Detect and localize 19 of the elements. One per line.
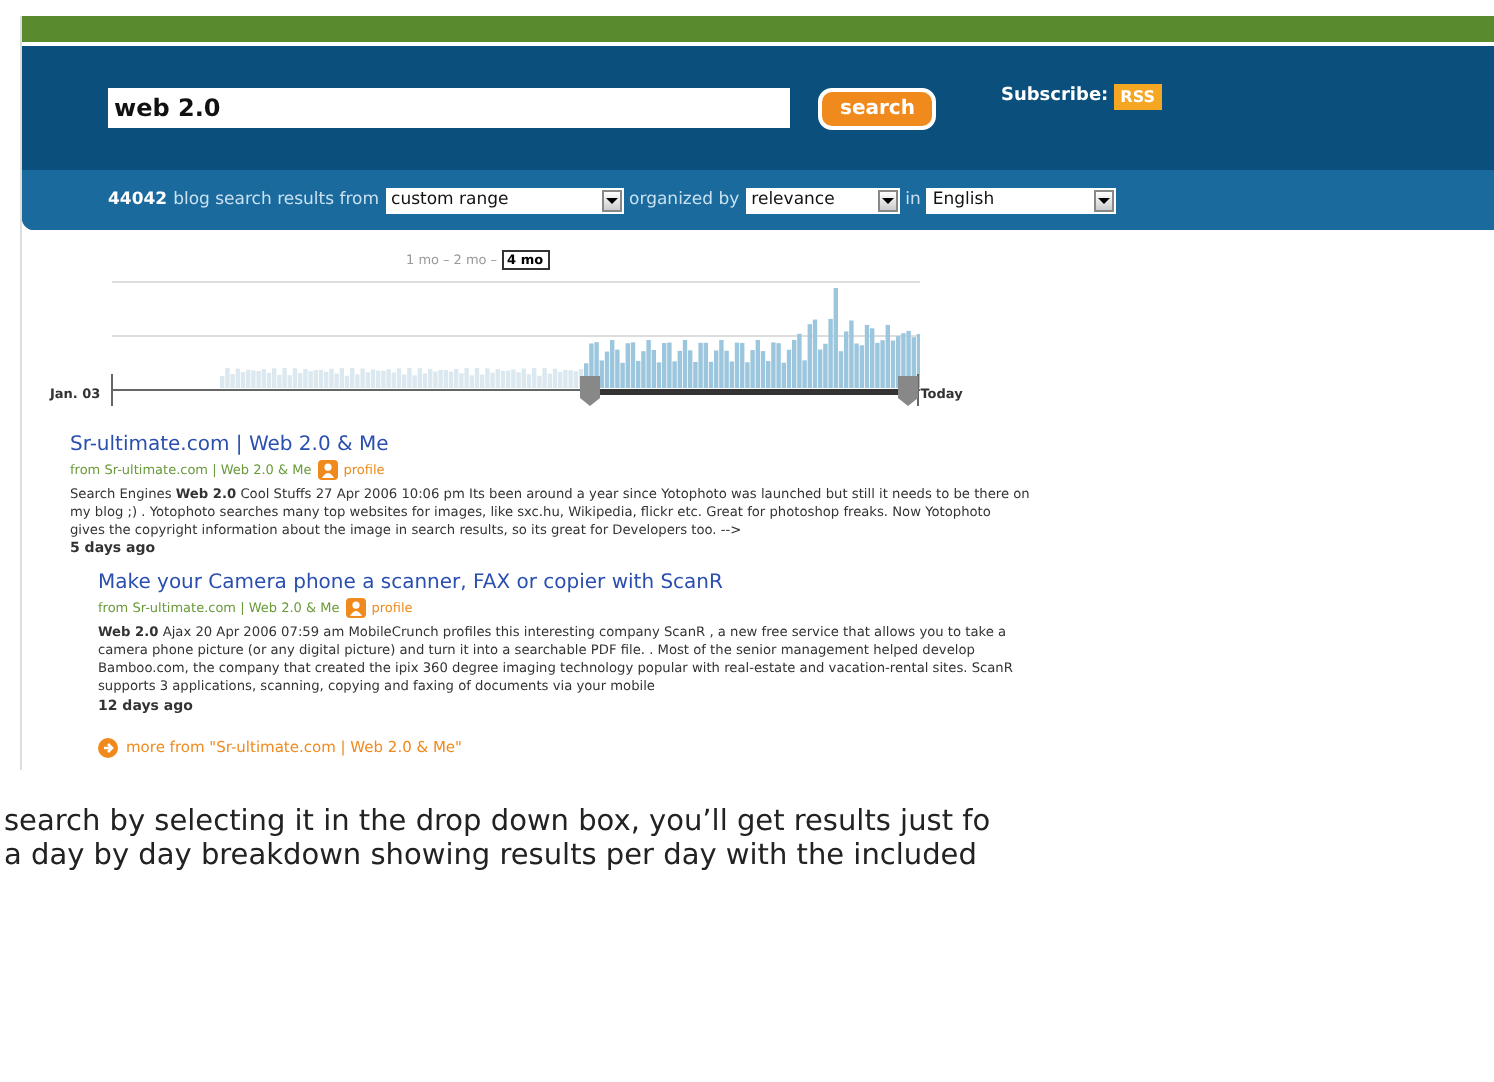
range-handle[interactable]	[898, 376, 919, 406]
range-dropdown[interactable]: custom range	[385, 187, 624, 213]
result-title-link[interactable]: Make your Camera phone a scanner, FAX or copier with ScanR	[98, 572, 1494, 595]
person-icon	[345, 598, 366, 619]
subscribe-label: Subscribe:	[1000, 86, 1109, 106]
filter-text: blog search results from	[173, 190, 380, 210]
result-count: 44042	[108, 190, 168, 210]
rss-badge[interactable]: RSS	[1114, 84, 1161, 110]
search-button[interactable]: search	[818, 87, 937, 129]
result-title-link[interactable]: Sr-ultimate.com | Web 2.0 & Me	[70, 434, 1494, 456]
search-field[interactable]: web 2.0	[108, 88, 790, 128]
filter-text: in	[905, 190, 921, 210]
arrow-icon	[98, 737, 118, 758]
order-dropdown[interactable]: relevance	[745, 187, 900, 213]
language-dropdown[interactable]: English	[926, 187, 1117, 213]
person-icon	[317, 460, 338, 480]
article-text: search by selecting it in the drop down box, you’ll get results just fo a day by day breakdown showing results per day with the included	[4, 805, 993, 874]
range-handle[interactable]	[580, 376, 601, 406]
filter-text: organized by	[629, 190, 740, 210]
